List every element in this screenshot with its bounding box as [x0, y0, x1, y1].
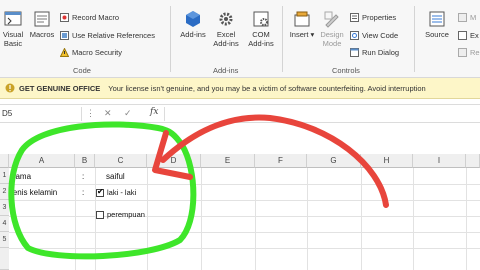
properties-label: Properties	[362, 13, 397, 22]
group-separator	[414, 6, 415, 72]
column-header-a[interactable]: A	[9, 154, 75, 168]
visual-basic-button[interactable]: Visual Basic	[1, 10, 25, 48]
checkbox-laki-laki[interactable]	[96, 187, 104, 197]
properties-icon	[350, 13, 359, 22]
cancel-icon[interactable]: ✕	[104, 108, 112, 119]
column-header-g[interactable]: G	[307, 154, 361, 168]
group-label-code: Code	[73, 66, 91, 75]
column-header-b[interactable]: B	[75, 154, 95, 168]
column-header-f[interactable]: F	[255, 154, 307, 168]
map-properties-icon	[458, 13, 467, 22]
design-mode-button[interactable]: Design Mode	[318, 10, 346, 48]
worksheet-grid[interactable]	[0, 154, 480, 270]
record-macro-icon	[60, 13, 69, 22]
macro-security-label: Macro Security	[72, 48, 123, 57]
row-header-4[interactable]: 4	[0, 216, 9, 232]
cell-a1[interactable]: nama	[11, 171, 31, 183]
refresh-icon	[458, 48, 467, 57]
insert-control-button[interactable]: Insert ▾	[288, 10, 316, 39]
cell-a2[interactable]: jenis kelamin	[11, 187, 57, 199]
expansion-packs-icon	[458, 31, 467, 40]
cell-c1[interactable]: saiful	[106, 171, 125, 183]
com-add-ins-label: COM Add-ins	[248, 30, 274, 48]
gridline	[9, 200, 480, 201]
checkbox-perempuan[interactable]	[96, 211, 104, 219]
formula-input[interactable]	[164, 107, 480, 121]
record-macro-button[interactable]: Record Macro	[60, 13, 119, 22]
gear-icon	[219, 12, 233, 26]
gridline	[9, 216, 480, 217]
excel-add-ins-label: Excel Add-ins	[213, 30, 239, 48]
warning-icon	[5, 83, 15, 93]
source-button[interactable]: Source	[420, 10, 454, 39]
ribbon: Visual Basic Macros Record Macro Use Rel…	[0, 0, 480, 78]
add-ins-label: Add-ins	[180, 30, 206, 39]
checkbox-laki-laki-label: laki - laki	[107, 188, 137, 197]
cell-b2[interactable]: :	[82, 187, 84, 199]
cell-b1[interactable]: :	[82, 171, 84, 183]
license-warning-bar: GET GENUINE OFFICE Your license isn't ge…	[0, 78, 480, 99]
visual-basic-label: Visual Basic	[2, 30, 24, 48]
macros-button[interactable]: Macros	[27, 10, 57, 39]
group-separator	[282, 6, 283, 72]
insert-function-icon[interactable]: fx	[150, 107, 158, 117]
group-label-add-ins: Add-ins	[213, 66, 239, 75]
add-ins-icon	[186, 11, 200, 27]
source-icon	[429, 11, 445, 27]
column-header-h[interactable]: H	[361, 154, 413, 168]
run-dialog-label: Run Dialog	[362, 48, 400, 57]
xml-refresh-data-button[interactable]: Re	[458, 48, 480, 57]
macros-label: Macros	[29, 30, 55, 39]
select-all-corner[interactable]	[0, 154, 9, 168]
row-header-3[interactable]: 3	[0, 200, 9, 216]
column-header-i[interactable]: I	[413, 154, 466, 168]
com-add-ins-icon	[253, 11, 269, 27]
license-warning-title: GET GENUINE OFFICE	[19, 83, 101, 93]
properties-button[interactable]: Properties	[350, 13, 396, 22]
row-header-6[interactable]	[0, 248, 9, 270]
use-relative-references-button[interactable]: Use Relative References	[60, 31, 155, 40]
visual-basic-icon	[4, 11, 22, 26]
column-header-d[interactable]: D	[147, 154, 201, 168]
name-box-dropdown-icon[interactable]: ⋮	[86, 108, 95, 119]
enter-icon[interactable]: ✓	[124, 108, 132, 119]
run-dialog-button[interactable]: Run Dialog	[350, 48, 399, 57]
macros-icon	[34, 11, 50, 27]
group-label-controls: Controls	[332, 66, 360, 75]
view-code-label: View Code	[362, 31, 399, 40]
row-header-5[interactable]: 5	[0, 232, 9, 248]
row-header-2[interactable]: 2	[0, 184, 9, 200]
checkbox-perempuan-label: perempuan	[107, 210, 145, 219]
name-box[interactable]: D5	[0, 107, 82, 121]
xml-map-properties-button[interactable]: M	[458, 13, 476, 22]
record-macro-label: Record Macro	[72, 13, 120, 22]
excel-add-ins-button[interactable]: Excel Add-ins	[210, 10, 242, 48]
macro-security-button[interactable]: Macro Security	[60, 48, 122, 57]
gridline	[9, 184, 480, 185]
warning-icon	[60, 48, 69, 57]
use-relative-references-label: Use Relative References	[72, 31, 155, 40]
column-header-c[interactable]: C	[95, 154, 147, 168]
column-header-j[interactable]	[466, 154, 480, 168]
com-add-ins-button[interactable]: COM Add-ins	[245, 10, 277, 48]
toolbox-icon	[294, 11, 310, 27]
gridline	[9, 232, 480, 233]
formula-bar: D5 ⋮ ✕ ✓ fx	[0, 104, 480, 123]
license-warning-text: Your license isn't genuine, and you may …	[108, 83, 426, 93]
run-dialog-icon	[350, 48, 359, 57]
gridline	[9, 248, 480, 249]
source-label: Source	[425, 30, 449, 39]
design-mode-icon	[324, 11, 339, 28]
group-separator	[170, 6, 171, 72]
relative-references-icon	[60, 31, 69, 40]
add-ins-button[interactable]: Add-ins	[180, 10, 206, 39]
xml-expansion-packs-button[interactable]: Ex	[458, 31, 479, 40]
insert-label: Insert ▾	[289, 30, 315, 39]
view-code-icon	[350, 31, 359, 40]
row-header-1[interactable]: 1	[0, 168, 9, 184]
design-mode-label: Design Mode	[320, 30, 344, 48]
view-code-button[interactable]: View Code	[350, 31, 398, 40]
column-header-e[interactable]: E	[201, 154, 255, 168]
